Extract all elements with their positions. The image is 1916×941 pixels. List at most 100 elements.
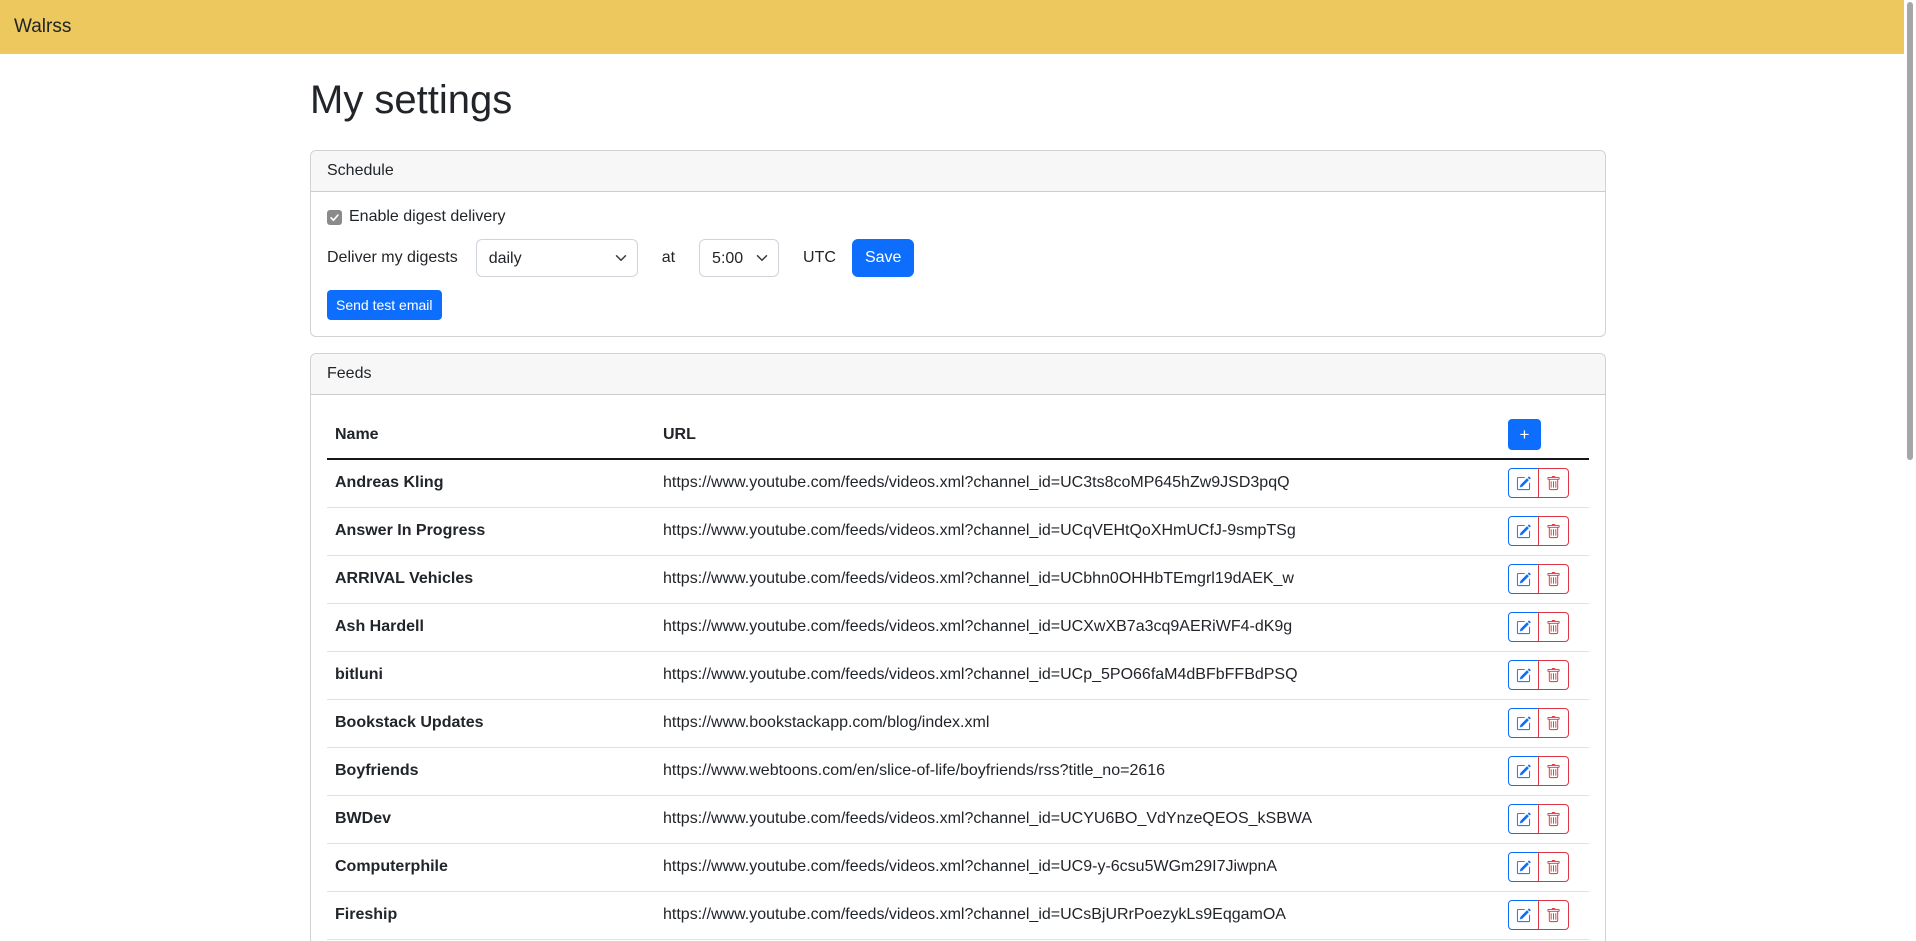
navbar: Walrss <box>0 0 1916 54</box>
enable-digest-label[interactable]: Enable digest delivery <box>349 208 506 226</box>
delete-feed-button[interactable] <box>1538 852 1569 882</box>
pencil-square-icon <box>1516 620 1531 635</box>
column-header-actions: + <box>1477 411 1589 459</box>
enable-digest-row: Enable digest delivery <box>327 208 1589 226</box>
feed-name: bitluni <box>327 651 655 699</box>
pencil-square-icon <box>1516 524 1531 539</box>
pencil-square-icon <box>1516 908 1531 923</box>
main-container: My settings Schedule Enable digest deliv… <box>298 54 1618 941</box>
edit-feed-button[interactable] <box>1508 900 1539 930</box>
delete-feed-button[interactable] <box>1538 660 1569 690</box>
pencil-square-icon <box>1516 572 1531 587</box>
feed-url: https://www.youtube.com/feeds/videos.xml… <box>655 459 1477 507</box>
pencil-square-icon <box>1516 812 1531 827</box>
feed-name: BWDev <box>327 795 655 843</box>
delete-feed-button[interactable] <box>1538 468 1569 498</box>
at-label: at <box>662 249 675 267</box>
feed-actions <box>1477 795 1589 843</box>
pencil-square-icon <box>1516 476 1531 491</box>
feeds-header-row: Name URL + <box>327 411 1589 459</box>
edit-feed-button[interactable] <box>1508 468 1539 498</box>
feed-actions <box>1477 603 1589 651</box>
delete-feed-button[interactable] <box>1538 564 1569 594</box>
feed-url: https://www.youtube.com/feeds/videos.xml… <box>655 555 1477 603</box>
feed-actions <box>1477 843 1589 891</box>
trash-icon <box>1546 812 1561 827</box>
edit-feed-button[interactable] <box>1508 756 1539 786</box>
feed-actions <box>1477 699 1589 747</box>
delete-feed-button[interactable] <box>1538 516 1569 546</box>
trash-icon <box>1546 524 1561 539</box>
trash-icon <box>1546 620 1561 635</box>
edit-feed-button[interactable] <box>1508 708 1539 738</box>
delete-feed-button[interactable] <box>1538 708 1569 738</box>
feed-name: Answer In Progress <box>327 507 655 555</box>
feed-name: Fireship <box>327 891 655 939</box>
edit-feed-button[interactable] <box>1508 564 1539 594</box>
table-row: Boyfriends https://www.webtoons.com/en/s… <box>327 747 1589 795</box>
check-icon <box>329 212 340 223</box>
trash-icon <box>1546 476 1561 491</box>
feed-actions <box>1477 891 1589 939</box>
send-test-email-button[interactable]: Send test email <box>327 290 442 320</box>
feed-actions-group <box>1508 804 1569 834</box>
table-row: Ash Hardell https://www.youtube.com/feed… <box>327 603 1589 651</box>
timezone-label: UTC <box>803 249 836 267</box>
trash-icon <box>1546 908 1561 923</box>
edit-feed-button[interactable] <box>1508 612 1539 642</box>
edit-feed-button[interactable] <box>1508 804 1539 834</box>
feed-actions-group <box>1508 564 1569 594</box>
delete-feed-button[interactable] <box>1538 756 1569 786</box>
feed-actions <box>1477 747 1589 795</box>
feed-url: https://www.youtube.com/feeds/videos.xml… <box>655 891 1477 939</box>
delete-feed-button[interactable] <box>1538 612 1569 642</box>
feed-url: https://www.bookstackapp.com/blog/index.… <box>655 699 1477 747</box>
feeds-table-head: Name URL + <box>327 411 1589 459</box>
page-title: My settings <box>310 76 1606 124</box>
feed-url: https://www.youtube.com/feeds/videos.xml… <box>655 603 1477 651</box>
feed-name: ARRIVAL Vehicles <box>327 555 655 603</box>
save-button[interactable]: Save <box>852 239 914 277</box>
trash-icon <box>1546 668 1561 683</box>
feed-actions-group <box>1508 900 1569 930</box>
enable-digest-checkbox[interactable] <box>327 210 342 225</box>
frequency-select[interactable]: daily <box>476 239 638 277</box>
pencil-square-icon <box>1516 764 1531 779</box>
time-select-wrap: 5:00 <box>699 239 779 277</box>
feed-url: https://www.youtube.com/feeds/videos.xml… <box>655 795 1477 843</box>
feed-actions-group <box>1508 612 1569 642</box>
feed-actions <box>1477 507 1589 555</box>
feeds-table: Name URL + Andreas Kling https://www.you… <box>327 411 1589 941</box>
feed-actions-group <box>1508 708 1569 738</box>
edit-feed-button[interactable] <box>1508 660 1539 690</box>
trash-icon <box>1546 764 1561 779</box>
feeds-card: Feeds Name URL + Andreas Kling https://w… <box>310 353 1606 941</box>
scrollbar-thumb[interactable] <box>1907 2 1913 460</box>
delete-feed-button[interactable] <box>1538 900 1569 930</box>
feed-name: Ash Hardell <box>327 603 655 651</box>
pencil-square-icon <box>1516 668 1531 683</box>
feed-actions <box>1477 459 1589 507</box>
column-header-url: URL <box>655 411 1477 459</box>
feeds-card-body: Name URL + Andreas Kling https://www.you… <box>311 395 1605 941</box>
feeds-card-header: Feeds <box>311 354 1605 395</box>
delete-feed-button[interactable] <box>1538 804 1569 834</box>
time-select[interactable]: 5:00 <box>699 239 779 277</box>
feed-name: Boyfriends <box>327 747 655 795</box>
delivery-controls-row: Deliver my digests daily at 5:00 UTC Sav… <box>327 239 1589 277</box>
add-feed-button[interactable]: + <box>1508 419 1541 450</box>
trash-icon <box>1546 716 1561 731</box>
navbar-brand[interactable]: Walrss <box>14 16 71 38</box>
feed-url: https://www.youtube.com/feeds/videos.xml… <box>655 843 1477 891</box>
table-row: Bookstack Updates https://www.bookstacka… <box>327 699 1589 747</box>
feed-actions-group <box>1508 516 1569 546</box>
edit-feed-button[interactable] <box>1508 852 1539 882</box>
edit-feed-button[interactable] <box>1508 516 1539 546</box>
feed-name: Computerphile <box>327 843 655 891</box>
feed-url: https://www.youtube.com/feeds/videos.xml… <box>655 507 1477 555</box>
table-row: ARRIVAL Vehicles https://www.youtube.com… <box>327 555 1589 603</box>
trash-icon <box>1546 860 1561 875</box>
frequency-select-wrap: daily <box>476 239 638 277</box>
feed-actions-group <box>1508 660 1569 690</box>
table-row: Answer In Progress https://www.youtube.c… <box>327 507 1589 555</box>
